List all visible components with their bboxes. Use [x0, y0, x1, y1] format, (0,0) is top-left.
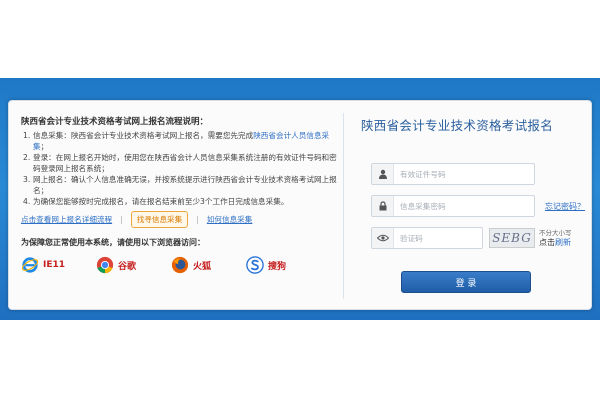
eye-icon [372, 228, 394, 248]
step-text: 信息采集：陕西省会计专业技术资格考试网上报名，需要您先完成 [33, 131, 254, 140]
find-info-button[interactable]: 找寻信息采集 [130, 210, 189, 228]
login-button[interactable]: 登 录 [401, 271, 531, 293]
step-text: 为确保您能够按时完成报名，请在报名结束前至少3个工作日完成信息采集。 [33, 197, 289, 206]
step-item: 4. 为确保您能够按时完成报名，请在报名结束前至少3个工作日完成信息采集。 [21, 196, 339, 207]
how-collect-link[interactable]: 如何信息采集 [207, 214, 253, 225]
sogou-icon [246, 256, 264, 274]
user-icon [372, 164, 394, 184]
browser-item-ie[interactable]: IE11 [21, 256, 96, 274]
browsers-title: 为保障您正常使用本系统，请使用以下浏览器访问： [21, 238, 205, 247]
main-panel: 陕西省会计专业技术资格考试网上报名流程说明： 1. 信息采集：陕西省会计专业技术… [8, 100, 592, 310]
password-row: 信息采集密码 忘记密码？ [371, 195, 585, 217]
browser-item-sogou[interactable]: 搜狗 [246, 256, 321, 274]
captcha-image[interactable]: SEBG [489, 228, 535, 248]
id-number-field[interactable]: 有效证件号码 [371, 163, 535, 185]
notice-title: 陕西省会计专业技术资格考试网上报名流程说明： [21, 117, 209, 127]
ie-icon [21, 257, 39, 273]
browser-list: IE11 谷歌 火狐 搜狗 [21, 256, 339, 274]
chrome-icon [96, 256, 114, 274]
refresh-link[interactable]: 刷新 [555, 238, 571, 247]
password-field[interactable]: 信息采集密码 [371, 195, 535, 217]
link-separator: | [196, 214, 199, 224]
captcha-field[interactable]: 验证码 [371, 227, 483, 249]
link-separator: | [120, 214, 123, 224]
login-title: 陕西省会计专业技术资格考试报名 [361, 118, 554, 133]
step-item: 1. 信息采集：陕西省会计专业技术资格考试网上报名，需要您先完成陕西省会计人员信… [21, 130, 339, 152]
browser-item-firefox[interactable]: 火狐 [171, 256, 246, 274]
refresh-captcha[interactable]: 不分大小写 点击刷新 [539, 229, 572, 247]
step-text: 登录：在网上报名开始时，使用您在陕西省会计人员信息采集系统注册的有效证件号码和密… [33, 153, 337, 173]
step-suffix: ； [40, 142, 49, 151]
browser-label: 搜狗 [268, 261, 287, 272]
id-number-placeholder: 有效证件号码 [400, 169, 446, 179]
browser-label: 谷歌 [118, 261, 137, 272]
login-section: 陕西省会计专业技术资格考试报名 有效证件号码 信息采集密码 忘记密码？ 验证码 … [357, 115, 589, 293]
step-number: 4. [23, 197, 31, 206]
step-item: 3. 网上报名：确认个人信息准确无误，并按系统提示进行陕西省会计专业技术资格考试… [21, 174, 339, 196]
id-row: 有效证件号码 [371, 163, 535, 185]
firefox-icon [171, 256, 189, 274]
step-text: 网上报名：确认个人信息准确无误，并按系统提示进行陕西省会计专业技术资格考试网上报… [33, 175, 337, 195]
refresh-prefix: 点击 [539, 238, 555, 247]
captcha-placeholder: 验证码 [400, 233, 423, 243]
browser-label: IE11 [43, 260, 66, 270]
step-number: 2. [23, 153, 31, 162]
flow-detail-link[interactable]: 点击查看网上报名详细流程 [21, 214, 112, 225]
step-item: 2. 登录：在网上报名开始时，使用您在陕西省会计人员信息采集系统注册的有效证件号… [21, 152, 339, 174]
browser-item-chrome[interactable]: 谷歌 [96, 256, 171, 274]
forgot-password-link[interactable]: 忘记密码？ [545, 201, 585, 212]
refresh-hint: 不分大小写 [539, 229, 572, 237]
password-placeholder: 信息采集密码 [400, 201, 446, 211]
notice-section: 陕西省会计专业技术资格考试网上报名流程说明： 1. 信息采集：陕西省会计专业技术… [21, 115, 339, 274]
section-divider [343, 113, 344, 299]
browser-label: 火狐 [193, 261, 212, 272]
step-number: 3. [23, 175, 31, 184]
step-number: 1. [23, 131, 31, 140]
captcha-row: 验证码 SEBG 不分大小写 点击刷新 [371, 227, 572, 249]
lock-icon [372, 196, 394, 216]
help-links: 点击查看网上报名详细流程 | 找寻信息采集 | 如何信息采集 [21, 210, 339, 228]
